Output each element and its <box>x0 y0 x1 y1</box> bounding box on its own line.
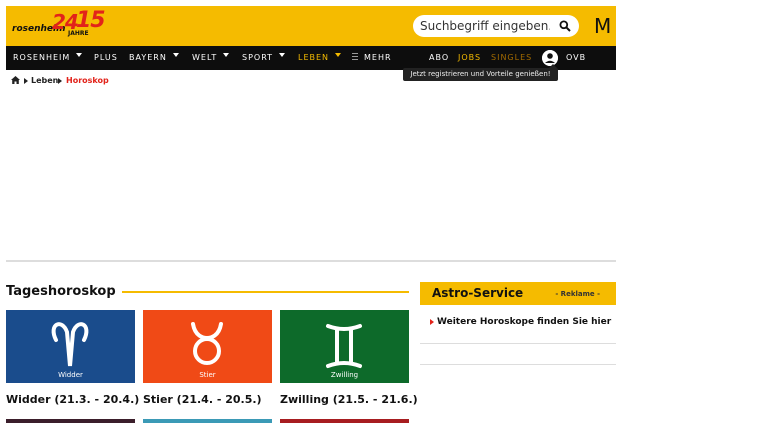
caret-down-icon <box>223 52 230 57</box>
nav-item-abo[interactable]: ABO <box>429 46 449 70</box>
chevron-right-icon <box>58 78 62 84</box>
site-logo[interactable]: rosenheim 24 15 JAHRE <box>6 8 106 37</box>
nav-label: WELT <box>192 53 218 62</box>
nav-label: ROSENHEIM <box>13 53 71 62</box>
nav-item-leben[interactable]: LEBEN <box>298 46 342 70</box>
horoscope-card-stier[interactable]: Stier <box>143 310 272 383</box>
card-caption-stier[interactable]: Stier (21.4. - 20.5.) <box>143 393 262 406</box>
menu-icon <box>352 53 358 60</box>
breadcrumb-leben[interactable]: Leben <box>31 76 58 85</box>
next-card-preview[interactable] <box>143 419 272 423</box>
nav-item-bayern[interactable]: BAYERN <box>129 46 179 70</box>
section-title: Tageshoroskop <box>6 284 116 299</box>
more-horoscopes-link[interactable]: Weitere Horoskope finden Sie hier <box>430 317 611 327</box>
search-input[interactable] <box>420 18 550 34</box>
next-card-preview[interactable] <box>6 419 135 423</box>
nav-item-sport[interactable]: SPORT <box>242 46 286 70</box>
card-label: Zwilling <box>330 371 359 379</box>
m-logo[interactable]: M <box>594 16 611 36</box>
nav-label: PLUS <box>94 53 118 62</box>
home-icon[interactable] <box>11 76 20 84</box>
nav-label: MEHR <box>364 53 392 62</box>
card-label: Widder <box>58 371 83 379</box>
caret-down-icon <box>279 52 286 57</box>
caret-down-icon <box>172 52 179 57</box>
search-box <box>413 15 579 37</box>
caret-down-icon <box>76 52 83 57</box>
next-card-preview[interactable] <box>280 419 409 423</box>
register-tooltip: Jetzt registrieren und Vorteile genießen… <box>403 64 558 81</box>
sidebar-divider <box>420 364 616 365</box>
nav-item-singles[interactable]: SINGLES <box>491 46 532 70</box>
horoscope-card-zwilling[interactable]: Zwilling <box>280 310 409 383</box>
card-label: Stier <box>199 371 216 379</box>
section-title-underline <box>122 291 409 293</box>
nav-item-welt[interactable]: WELT <box>192 46 230 70</box>
card-caption-widder[interactable]: Widder (21.3. - 20.4.) <box>6 393 139 406</box>
reklame-label: - Reklame - <box>555 290 600 298</box>
nav-label: LEBEN <box>298 53 330 62</box>
logo-jahre: JAHRE <box>68 30 89 37</box>
main-nav: ROSENHEIM PLUS BAYERN WELT SPORT LEBEN M… <box>6 46 616 86</box>
search-icon[interactable] <box>559 20 571 32</box>
horoscope-card-widder[interactable]: Widder <box>6 310 135 383</box>
nav-label: SPORT <box>242 53 274 62</box>
breadcrumb-horoskop[interactable]: Horoskop <box>66 76 109 85</box>
nav-label: BAYERN <box>129 53 167 62</box>
nav-item-rosenheim[interactable]: ROSENHEIM <box>13 46 83 70</box>
nav-item-jobs[interactable]: JOBS <box>458 46 481 70</box>
ovb-media-logo[interactable]: OVB MEDIA <box>566 46 616 86</box>
link-label: Weitere Horoskope finden Sie hier <box>437 317 612 327</box>
astro-service-header: Astro-Service - Reklame - <box>420 282 616 305</box>
sidebar-divider <box>420 343 616 344</box>
section-divider <box>6 260 616 262</box>
astro-service-title: Astro-Service <box>432 286 524 300</box>
chevron-right-icon <box>24 78 28 84</box>
caret-down-icon <box>335 52 342 57</box>
nav-item-plus[interactable]: PLUS <box>94 46 118 70</box>
card-caption-zwilling[interactable]: Zwilling (21.5. - 21.6.) <box>280 393 418 406</box>
nav-item-mehr[interactable]: MEHR <box>352 46 392 70</box>
